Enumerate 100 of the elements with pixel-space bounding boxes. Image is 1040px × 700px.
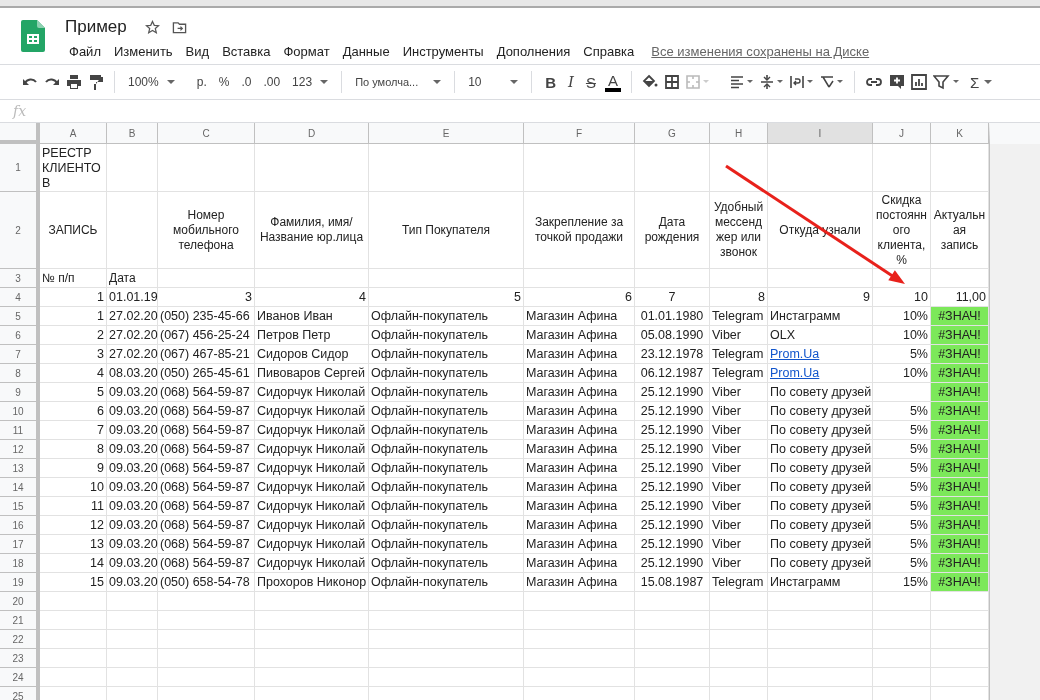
table-cell: 13	[40, 535, 107, 554]
comment-icon[interactable]	[888, 74, 905, 90]
row-header[interactable]: 2	[0, 192, 40, 269]
column-header[interactable]: K	[931, 123, 989, 144]
row-header[interactable]: 4	[0, 288, 40, 307]
row-header[interactable]: 17	[0, 535, 40, 554]
align-icon[interactable]	[729, 74, 754, 90]
table-cell: Магазин Афина	[524, 516, 635, 535]
fill-color-icon[interactable]	[641, 74, 658, 90]
cell-link[interactable]: Prom.Ua	[768, 345, 873, 364]
column-header[interactable]: B	[107, 123, 158, 144]
menu-item[interactable]: Вставка	[218, 44, 275, 59]
row-header[interactable]: 18	[0, 554, 40, 573]
document-title[interactable]: Пример	[65, 17, 127, 37]
column-header[interactable]: H	[710, 123, 768, 144]
row-header[interactable]: 11	[0, 421, 40, 440]
strikethrough-button[interactable]: S	[582, 71, 599, 93]
font-size-dropdown[interactable]: 10	[465, 71, 522, 93]
save-status-link[interactable]: Все изменения сохранены на Диске	[651, 44, 870, 59]
menu-item[interactable]: Файл	[65, 44, 105, 59]
column-title: ЗАПИСЬ	[40, 192, 107, 269]
borders-icon[interactable]	[663, 74, 680, 90]
column-header[interactable]: E	[369, 123, 524, 144]
bold-button[interactable]: B	[542, 71, 559, 93]
row-header[interactable]: 24	[0, 668, 40, 687]
column-header[interactable]: D	[255, 123, 369, 144]
row-header[interactable]: 19	[0, 573, 40, 592]
row-header[interactable]: 22	[0, 630, 40, 649]
row-header[interactable]: 25	[0, 687, 40, 700]
menu-item[interactable]: Дополнения	[492, 44, 575, 59]
table-cell: 27.02.20	[107, 307, 158, 326]
star-icon[interactable]	[144, 19, 160, 35]
row-header[interactable]: 15	[0, 497, 40, 516]
empty-cell	[710, 649, 768, 668]
menu-item[interactable]: Формат	[279, 44, 334, 59]
text-wrap-icon[interactable]	[789, 74, 814, 90]
zoom-dropdown[interactable]: 100%	[125, 71, 178, 93]
print-icon[interactable]	[66, 74, 82, 90]
cell-link[interactable]: Prom.Ua	[768, 364, 873, 383]
row-header[interactable]: 5	[0, 307, 40, 326]
column-header[interactable]: J	[873, 123, 931, 144]
column-title: Тип Покупателя	[369, 192, 524, 269]
row-header[interactable]: 14	[0, 478, 40, 497]
filter-icon[interactable]	[932, 74, 961, 90]
merge-cells-icon[interactable]	[685, 74, 710, 90]
vertical-align-icon[interactable]	[759, 74, 784, 90]
number-format-dropdown[interactable]: 123	[289, 71, 332, 93]
table-cell: #ЗНАЧ!	[931, 573, 989, 592]
increase-decimal-button[interactable]: .00	[260, 71, 284, 93]
decrease-decimal-button[interactable]: .0	[238, 71, 255, 93]
column-header[interactable]: C	[158, 123, 255, 144]
row-header[interactable]: 13	[0, 459, 40, 478]
menu-item[interactable]: Справка	[579, 44, 639, 59]
menu-item[interactable]: Вид	[181, 44, 214, 59]
table-cell: 25.12.1990	[635, 459, 710, 478]
caret-icon	[433, 80, 442, 84]
row-header[interactable]: 23	[0, 649, 40, 668]
row-header[interactable]: 10	[0, 402, 40, 421]
text-color-button[interactable]: A	[604, 72, 621, 92]
menu-item[interactable]: Инструменты	[398, 44, 488, 59]
table-cell: 25.12.1990	[635, 421, 710, 440]
row-header[interactable]: 6	[0, 326, 40, 345]
table-cell: Дата	[107, 269, 158, 288]
empty-cell	[107, 611, 158, 630]
folder-icon[interactable]	[171, 19, 187, 35]
column-header[interactable]: I	[768, 123, 873, 144]
row-header[interactable]: 21	[0, 611, 40, 630]
table-cell: 09.03.20	[107, 497, 158, 516]
empty-cell	[710, 630, 768, 649]
table-cell: 09.03.20	[107, 535, 158, 554]
table-cell: (050) 235-45-66	[158, 307, 255, 326]
row-header[interactable]: 8	[0, 364, 40, 383]
sheets-logo-icon[interactable]	[21, 20, 45, 52]
row-header[interactable]: 20	[0, 592, 40, 611]
row-header[interactable]: 12	[0, 440, 40, 459]
column-header[interactable]: G	[635, 123, 710, 144]
row-header[interactable]: 1	[0, 144, 40, 192]
italic-button[interactable]: I	[564, 71, 577, 93]
percent-button[interactable]: %	[215, 71, 233, 93]
table-cell: Магазин Афина	[524, 497, 635, 516]
table-cell: Viber	[710, 440, 768, 459]
column-title: Закрепление за точкой продажи	[524, 192, 635, 269]
row-header[interactable]: 9	[0, 383, 40, 402]
chart-icon[interactable]	[910, 74, 927, 90]
row-header[interactable]: 16	[0, 516, 40, 535]
functions-button[interactable]: Σ	[966, 71, 996, 93]
menu-item[interactable]: Данные	[338, 44, 394, 59]
font-dropdown[interactable]: По умолча...	[352, 71, 445, 93]
column-header[interactable]: A	[40, 123, 107, 144]
column-header[interactable]: F	[524, 123, 635, 144]
table-cell: Сидорчук Николай	[255, 516, 369, 535]
empty-cell	[873, 630, 931, 649]
table-cell: Офлайн-покупатель	[369, 383, 524, 402]
empty-cell	[710, 144, 768, 192]
menu-item[interactable]: Изменить	[109, 44, 177, 59]
text-rotation-icon[interactable]	[819, 74, 844, 90]
row-header[interactable]: 3	[0, 269, 40, 288]
row-header[interactable]: 7	[0, 345, 40, 364]
table-cell: По совету друзей	[768, 383, 873, 402]
currency-button[interactable]: р.	[193, 71, 210, 93]
